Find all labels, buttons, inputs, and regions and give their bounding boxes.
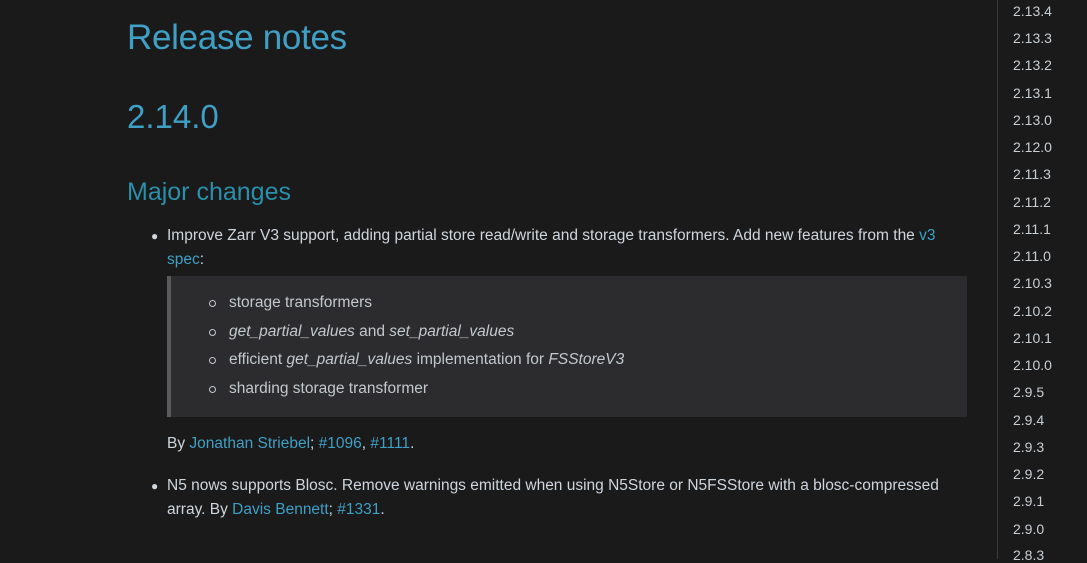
item-text: : — [199, 251, 205, 268]
sidebar-item-version[interactable]: 2.8.3 — [1013, 547, 1044, 563]
sidebar-item-version[interactable]: 2.13.3 — [1013, 30, 1052, 46]
sidebar-item-version[interactable]: 2.10.0 — [1013, 357, 1052, 373]
spec-link[interactable]: spec — [167, 251, 200, 268]
sub-item-text: efficient — [229, 351, 287, 368]
period: . — [380, 501, 385, 518]
blockquote: storage transformers get_partial_values … — [167, 276, 967, 417]
bullet-icon: ● — [151, 229, 159, 243]
code-term: get_partial_values — [229, 323, 355, 340]
code-term: FSStoreV3 — [548, 351, 625, 368]
sidebar-item-version[interactable]: 2.10.1 — [1013, 330, 1052, 346]
bullet-icon: ● — [151, 479, 159, 493]
sidebar-item-version[interactable]: 2.10.3 — [1013, 275, 1052, 291]
sub-item-text: implementation for — [412, 351, 549, 368]
sidebar-item-version[interactable]: 2.12.0 — [1013, 139, 1052, 155]
item-text: N5 nows supports Blosc. Remove warnings … — [167, 477, 939, 494]
sidebar-item-version[interactable]: 2.9.0 — [1013, 521, 1044, 537]
sub-list-item: efficient get_partial_values implementat… — [229, 350, 624, 370]
list-item: Improve Zarr V3 support, adding partial … — [167, 224, 967, 272]
author-link[interactable]: Jonathan Striebel — [189, 435, 310, 452]
sidebar-item-version[interactable]: 2.9.2 — [1013, 466, 1044, 482]
circle-bullet-icon — [209, 300, 216, 307]
issue-link[interactable]: #1096 — [319, 435, 362, 452]
sidebar-item-version[interactable]: 2.9.1 — [1013, 493, 1044, 509]
sidebar-item-version[interactable]: 2.11.3 — [1013, 166, 1051, 182]
sub-item-text: storage transformers — [229, 294, 372, 311]
sidebar-item-version[interactable]: 2.11.2 — [1013, 194, 1051, 210]
list-item: N5 nows supports Blosc. Remove warnings … — [167, 474, 967, 522]
period: . — [410, 435, 415, 452]
sidebar-item-version[interactable]: 2.11.0 — [1013, 248, 1051, 264]
sub-list-item: storage transformers — [229, 293, 372, 313]
issue-link[interactable]: #1111 — [370, 435, 410, 452]
sub-item-text: and — [354, 323, 390, 340]
separator: ; — [328, 501, 338, 518]
item-text: Improve Zarr V3 support, adding partial … — [167, 227, 920, 244]
version-heading: 2.14.0 — [127, 98, 219, 135]
sidebar-item-version[interactable]: 2.13.4 — [1013, 3, 1052, 19]
page-title: Release notes — [127, 18, 347, 57]
version-sidebar: 2.13.4 2.13.3 2.13.2 2.13.1 2.13.0 2.12.… — [997, 0, 1087, 563]
code-term: get_partial_values — [286, 351, 413, 368]
sidebar-item-version[interactable]: 2.10.2 — [1013, 303, 1052, 319]
circle-bullet-icon — [209, 357, 216, 364]
issue-link[interactable]: #1331 — [337, 501, 380, 518]
item-text: array. By — [167, 501, 233, 518]
sub-list-item: get_partial_values and set_partial_value… — [229, 322, 514, 342]
circle-bullet-icon — [209, 386, 216, 393]
sidebar-item-version[interactable]: 2.9.5 — [1013, 384, 1044, 400]
main-content: Release notes 2.14.0 Major changes ● Imp… — [0, 0, 997, 559]
sidebar-item-version[interactable]: 2.13.1 — [1013, 85, 1052, 101]
attribution: By Jonathan Striebel; #1096, #1111. — [167, 432, 967, 456]
sidebar-item-version[interactable]: 2.9.3 — [1013, 439, 1044, 455]
v3-link[interactable]: v3 — [919, 227, 935, 244]
sidebar-item-version[interactable]: 2.13.0 — [1013, 112, 1052, 128]
sub-item-text: sharding storage transformer — [229, 380, 429, 397]
sidebar-item-version[interactable]: 2.9.4 — [1013, 412, 1044, 428]
author-link[interactable]: Davis Bennett — [232, 501, 329, 518]
section-heading: Major changes — [127, 178, 291, 206]
sub-list-item: sharding storage transformer — [229, 379, 428, 399]
sidebar-item-version[interactable]: 2.13.2 — [1013, 57, 1052, 73]
by-text: By — [167, 435, 190, 452]
code-term: set_partial_values — [389, 323, 515, 340]
separator: ; — [310, 435, 319, 452]
circle-bullet-icon — [209, 329, 216, 336]
sidebar-item-version[interactable]: 2.11.1 — [1013, 221, 1051, 237]
